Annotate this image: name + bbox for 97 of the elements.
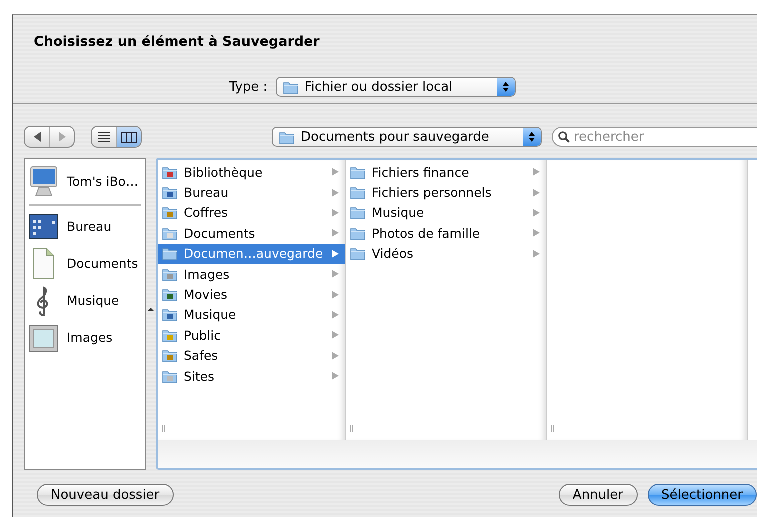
- folder-row[interactable]: Fichiers personnels: [346, 182, 546, 203]
- folder-icon: [162, 348, 178, 364]
- folder-row[interactable]: Documents: [158, 223, 345, 244]
- folder-row[interactable]: Coffres: [158, 202, 345, 224]
- folder-icon: [162, 368, 178, 384]
- resize-grip-icon[interactable]: [551, 425, 554, 432]
- folder-name: Bibliothèque: [184, 164, 264, 180]
- disclosure-arrow-icon: [332, 168, 339, 176]
- resize-grip-icon[interactable]: [162, 425, 165, 432]
- folder-name: Musique: [372, 205, 426, 220]
- disclosure-arrow-icon: [533, 229, 540, 238]
- default-button[interactable]: Sélectionner: [648, 484, 757, 506]
- folder-name: Movies: [184, 287, 229, 302]
- disclosure-arrow-icon: [332, 310, 339, 319]
- folder-icon: [279, 130, 295, 144]
- disclosure-arrow-icon: [332, 188, 339, 197]
- folder-icon: [162, 287, 178, 302]
- folder-icon: [162, 328, 178, 343]
- disclosure-arrow-icon: [332, 250, 339, 258]
- folder-row[interactable]: Musique: [346, 202, 546, 224]
- disclosure-arrow-icon: [332, 290, 339, 299]
- disclosure-arrow-icon: [533, 168, 540, 176]
- sidebar-item[interactable]: Tom's iBo…: [25, 163, 145, 200]
- sidebar-label: Bureau: [67, 219, 112, 234]
- columns-view-button[interactable]: [117, 127, 141, 147]
- sidebar-item[interactable]: Documents: [25, 245, 145, 282]
- folder-row[interactable]: Vidéos: [346, 244, 546, 264]
- folder-row[interactable]: Bureau: [158, 182, 345, 203]
- folder-icon: [162, 307, 178, 322]
- picture-frame-icon: [29, 322, 59, 352]
- desktop-icon: [29, 212, 59, 240]
- folder-icon: [162, 266, 178, 282]
- dialog-title: Choisissez un élément à Sauvegarder: [33, 33, 321, 52]
- folder-name: Sites: [184, 368, 216, 384]
- folder-name: Images: [184, 266, 231, 282]
- folder-name: Public: [184, 328, 222, 343]
- disclosure-arrow-icon: [332, 331, 339, 340]
- computer-icon: [29, 166, 59, 198]
- columns-icon: [121, 132, 137, 142]
- folder-icon: [162, 164, 178, 180]
- sidebar-item[interactable]: Bureau: [25, 208, 145, 245]
- folder-icon: [350, 185, 366, 200]
- sidebar-label: Tom's iBo…: [67, 174, 138, 189]
- folder-icon: [162, 246, 178, 262]
- popup-value: Documents pour sauvegarde: [301, 130, 490, 144]
- search-field[interactable]: rechercher: [552, 127, 757, 147]
- sidebar-item[interactable]: Musique: [25, 282, 145, 319]
- folder-name: Bureau: [184, 185, 230, 200]
- disclosure-arrow-icon: [332, 372, 339, 380]
- folder-icon: [162, 226, 178, 241]
- button[interactable]: Nouveau dossier: [37, 484, 174, 506]
- folder-name: Documen…auvegarde: [184, 246, 324, 262]
- folder-icon: [350, 205, 366, 220]
- folder-icon: [162, 205, 178, 220]
- disclosure-arrow-icon: [533, 188, 540, 197]
- folder-name: Coffres: [184, 205, 230, 220]
- folder-row[interactable]: Sites: [158, 366, 345, 386]
- folder-icon: [350, 226, 366, 241]
- folder-row[interactable]: Public: [158, 325, 345, 346]
- disclosure-arrow-icon: [332, 352, 339, 360]
- type-label: Type :: [229, 80, 268, 94]
- folder-row[interactable]: Movies: [158, 284, 345, 305]
- sidebar-label: Images: [67, 330, 113, 345]
- type-popup[interactable]: Fichier ou dossier local: [276, 77, 516, 97]
- folder-row[interactable]: Images: [158, 264, 345, 284]
- resize-grip-icon[interactable]: [350, 425, 353, 432]
- disclosure-arrow-icon: [533, 208, 540, 217]
- folder-icon: [162, 185, 178, 200]
- folder-row[interactable]: Bibliothèque: [158, 162, 345, 182]
- document-icon: [32, 248, 56, 280]
- folder-name: Photos de famille: [372, 226, 482, 241]
- folder-row[interactable]: Documen…auvegarde: [158, 244, 345, 264]
- folder-row[interactable]: Fichiers finance: [346, 162, 546, 182]
- folder-icon: [282, 80, 299, 94]
- sidebar-item[interactable]: Images: [25, 319, 145, 356]
- folder-name: Documents: [184, 226, 256, 241]
- location-popup[interactable]: Documents pour sauvegarde: [272, 127, 542, 147]
- folder-row[interactable]: Safes: [158, 346, 345, 366]
- disclosure-arrow-icon: [332, 208, 339, 217]
- list-icon: [97, 132, 111, 142]
- disclosure-arrow-icon: [533, 250, 540, 258]
- popup-value: Fichier ou dossier local: [304, 80, 453, 94]
- folder-name: Fichiers finance: [372, 164, 470, 180]
- folder-icon: [350, 246, 366, 262]
- disclosure-arrow-icon: [332, 229, 339, 238]
- folder-icon: [350, 164, 366, 180]
- sidebar-label: Musique: [67, 293, 120, 308]
- sidebar-label: Documents: [67, 256, 138, 271]
- folder-row[interactable]: Photos de famille: [346, 223, 546, 244]
- folder-name: Musique: [184, 307, 238, 322]
- button[interactable]: Annuler: [558, 484, 638, 506]
- disclosure-arrow-icon: [332, 270, 339, 278]
- folder-name: Safes: [184, 348, 220, 364]
- folder-name: Vidéos: [372, 246, 415, 262]
- folder-name: Fichiers personnels: [372, 185, 493, 200]
- folder-row[interactable]: Musique: [158, 304, 345, 326]
- horizontal-scrollbar[interactable]: [158, 440, 757, 468]
